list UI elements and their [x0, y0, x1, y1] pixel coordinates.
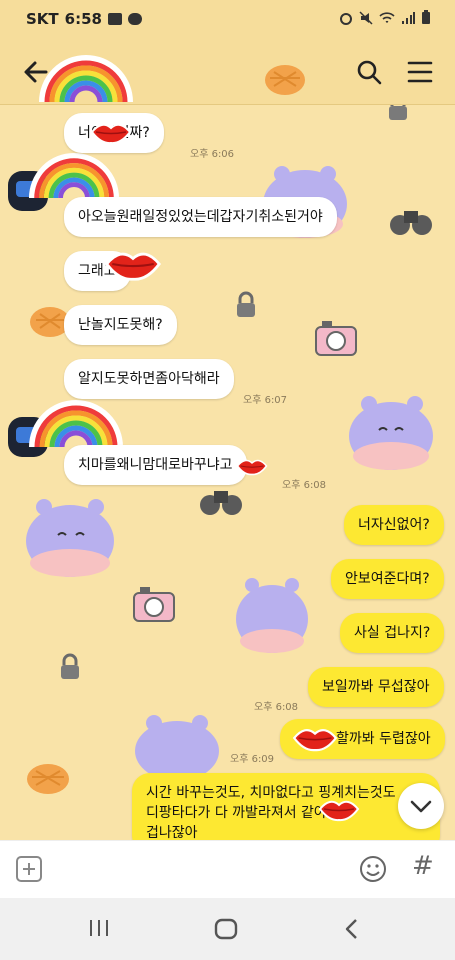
- padlock-icon: [389, 105, 407, 120]
- message-line: 시간 바꾸는것도, 치마없다고 핑계치는것도: [146, 785, 396, 801]
- hippo-sticker-icon: [26, 499, 114, 577]
- scroll-down-button[interactable]: [398, 783, 444, 829]
- chevron-down-icon: [410, 800, 432, 813]
- hash-icon[interactable]: #: [412, 851, 434, 881]
- message-input-bar[interactable]: #: [0, 840, 455, 899]
- hippo-sticker-icon: [236, 578, 308, 653]
- melon-bread-icon: [265, 65, 305, 95]
- lips-sticker-icon: [318, 800, 360, 822]
- lips-sticker-icon: [292, 729, 338, 752]
- gallery-icon: [107, 13, 122, 25]
- status-bar: SKT 6:58: [0, 0, 455, 38]
- message-time: 오후 6:08: [254, 702, 299, 713]
- hippo-sticker-icon: [135, 715, 219, 777]
- lips-sticker-icon: [236, 459, 268, 476]
- padlock-icon: [237, 291, 255, 317]
- message-bubble[interactable]: 알지도못하면좀아닥해라: [64, 359, 234, 399]
- rainbow-sticker-icon: [28, 153, 120, 199]
- message-bubble[interactable]: 난놀지도못해?: [64, 305, 177, 345]
- message-time: 오후 6:08: [282, 480, 327, 491]
- message-bubble[interactable]: 보일까봐 무섭잖아: [308, 667, 444, 707]
- back-icon[interactable]: [344, 918, 360, 940]
- binoculars-icon: [200, 491, 242, 515]
- emoji-icon[interactable]: [359, 855, 387, 883]
- alarm-icon: [340, 12, 352, 25]
- message-bubble[interactable]: 안보여준다며?: [331, 559, 444, 599]
- camera-icon: [133, 587, 175, 622]
- plus-icon[interactable]: [16, 856, 42, 882]
- message-time: 오후 6:07: [243, 395, 288, 406]
- chat-area[interactable]: 너이냐진짜? 오후 6:06 아오늘원래일정있었는데갑자기취소된거야 그래고 난…: [0, 105, 455, 840]
- home-icon[interactable]: [214, 918, 238, 940]
- wifi-icon: [379, 11, 395, 23]
- battery-icon: [422, 10, 430, 24]
- chat-header: [0, 38, 455, 105]
- message-bubble[interactable]: 아오늘원래일정있었는데갑자기취소된거야: [64, 197, 337, 237]
- menu-icon[interactable]: [407, 60, 433, 84]
- melon-bread-icon: [27, 764, 69, 794]
- message-time: 오후 6:06: [190, 149, 235, 160]
- rainbow-sticker-icon: [39, 55, 133, 103]
- message-bubble[interactable]: 너자신없어?: [344, 505, 444, 545]
- signal-icon: [402, 11, 415, 24]
- message-time: 오후 6:09: [230, 754, 275, 765]
- camera-icon: [315, 321, 357, 356]
- message-bubble[interactable]: 사실 겁나지?: [340, 613, 445, 653]
- hippo-sticker-icon: [349, 396, 433, 470]
- clock: 6:58: [64, 10, 102, 28]
- message-line: 디팡타다가 다 까발라져서 같아서: [146, 805, 340, 821]
- mute-icon: [359, 10, 373, 25]
- message-bubble[interactable]: 치마를왜니맘대로바꾸냐고: [64, 445, 247, 485]
- binoculars-icon: [390, 211, 432, 235]
- talk-icon: [127, 13, 142, 25]
- lips-sticker-icon: [105, 252, 161, 281]
- recent-apps-icon[interactable]: [88, 918, 110, 938]
- search-icon[interactable]: [355, 58, 383, 86]
- carrier-label: SKT: [26, 10, 59, 28]
- rainbow-sticker-icon: [29, 400, 123, 448]
- message-bubble[interactable]: 시간 바꾸는것도, 치마없다고 핑계치는것도 디팡타다가 다 까발라져서 같아서…: [132, 773, 440, 840]
- system-nav-bar: [0, 898, 455, 960]
- lips-sticker-icon: [90, 123, 132, 145]
- message-line: 겁나잖아: [146, 825, 198, 840]
- padlock-icon: [61, 653, 79, 679]
